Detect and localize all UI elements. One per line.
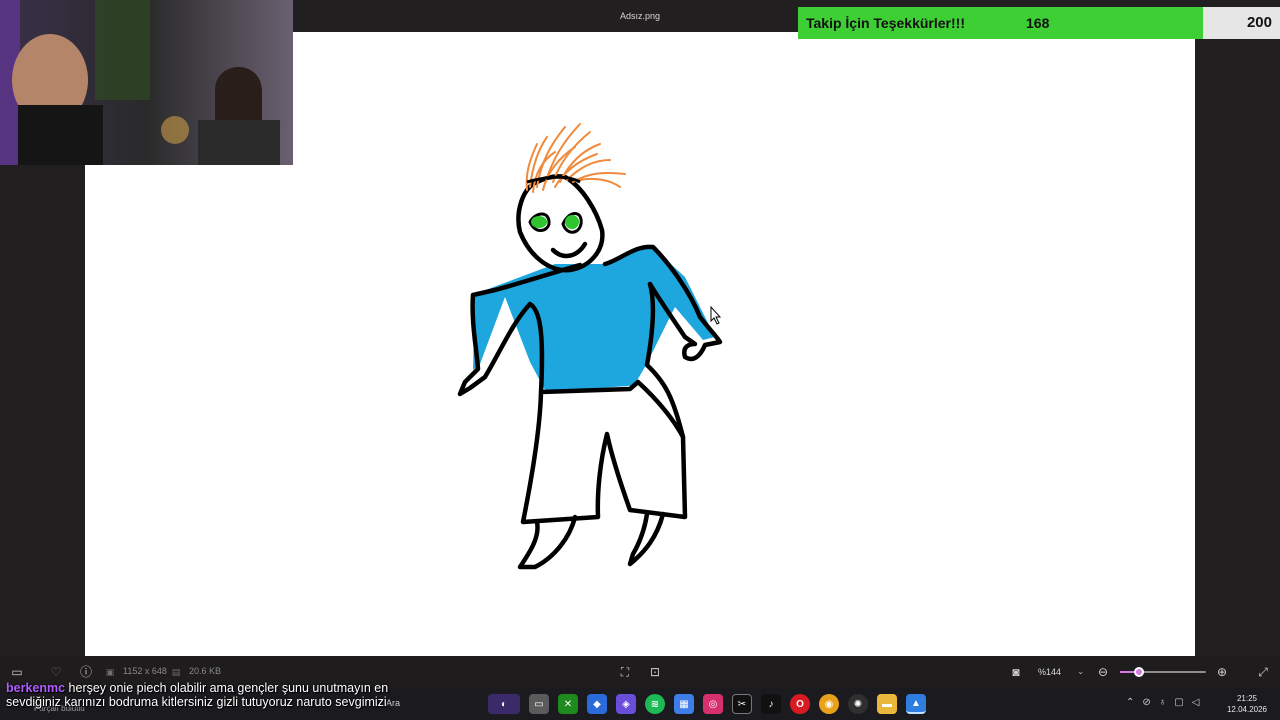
photos-icon[interactable]: ▲ [906, 694, 926, 714]
viewer-right-margin [1195, 32, 1280, 656]
right-eye [565, 215, 579, 229]
file-explorer-icon[interactable]: ▬ [877, 694, 897, 714]
file-explorer-window-icon[interactable]: ▭ [529, 694, 549, 714]
goal-current-count: 168 [1026, 15, 1050, 31]
game-bar-icon[interactable]: ◐ [488, 694, 520, 714]
zoom-in-icon[interactable]: ⊕ [1214, 664, 1230, 680]
xbox-icon[interactable]: ✕ [558, 694, 578, 714]
hair-strand-12 [579, 177, 621, 188]
zoom-select[interactable]: %144 ⌄ [1032, 663, 1088, 681]
opera-icon[interactable]: O [790, 694, 810, 714]
chrome-icon[interactable]: ◉ [819, 694, 839, 714]
file-size: 20.6 KB [189, 666, 222, 676]
taskbar-apps: ◐ ▭ ✕ ◆ ◈ ≋ ▦ ◎ ✂ ♪ O ◉ ✺ ▬ ▲ [488, 694, 926, 714]
left-eye [531, 216, 547, 228]
display-icon[interactable]: ▢ [1174, 697, 1183, 708]
zoom-value: %144 [1038, 667, 1062, 677]
m365-icon[interactable]: ◆ [587, 694, 607, 714]
image-dimensions: 1152 x 648 [123, 666, 167, 676]
goal-title: Takip İçin Teşekkürler!!! [806, 15, 965, 31]
dimensions-icon: ▣ [105, 667, 115, 677]
fullscreen-icon[interactable]: ⤢ [1255, 664, 1271, 680]
system-tray: ⌃ ⊘ ♁ ▢ ◁ [1126, 697, 1199, 708]
filmstrip-icon[interactable]: ▭ [9, 664, 25, 680]
smile [550, 241, 588, 259]
webcam-overlay [0, 0, 293, 165]
favorite-icon[interactable]: ♡ [48, 664, 64, 680]
spotify-icon[interactable]: ≋ [645, 694, 665, 714]
mouse-cursor-icon [710, 305, 722, 325]
chatgpt-icon[interactable]: ✺ [848, 694, 868, 714]
store-icon[interactable]: ▦ [674, 694, 694, 714]
file-size-icon: ▤ [171, 667, 181, 677]
network-off-icon[interactable]: ⊘ [1142, 697, 1150, 708]
left-foot [517, 514, 578, 570]
instagram-icon[interactable]: ◎ [703, 694, 723, 714]
shirt-fill [473, 245, 715, 390]
screen: Adsız.png Takip İçin Teşekkürler!!! 168 … [0, 0, 1280, 720]
capcut-icon[interactable]: ✂ [732, 694, 752, 714]
chevron-down-icon: ⌄ [1077, 667, 1084, 676]
follower-goal-bar: Takip İçin Teşekkürler!!! 168 200 [798, 7, 1280, 39]
tiktok-icon[interactable]: ♪ [761, 694, 781, 714]
volume-icon[interactable]: ◁ [1192, 697, 1200, 708]
zoom-slider-thumb[interactable] [1133, 667, 1144, 677]
tray-chevron-up-icon[interactable]: ⌃ [1126, 697, 1134, 708]
copilot-icon[interactable]: ◈ [616, 694, 636, 714]
info-icon[interactable]: ⓘ [78, 664, 94, 680]
goal-target-count: 200 [1246, 14, 1272, 31]
actual-size-icon[interactable]: ⊡ [647, 664, 663, 680]
clock-time: 21:25 [1236, 694, 1258, 703]
microphone-icon[interactable]: ♁ [1159, 697, 1167, 708]
taskbar-clock[interactable]: 21:25 12.04.2026 [1224, 693, 1270, 715]
screenshot-icon[interactable]: ◙ [1008, 664, 1024, 680]
webcam-feed [0, 0, 293, 165]
chat-message: berkenmc herşey onie piech olabilir ama … [6, 681, 416, 709]
zoom-slider[interactable] [1120, 667, 1206, 677]
zoom-out-icon[interactable]: ⊖ [1095, 664, 1111, 680]
fit-to-window-icon[interactable]: ⛶ [617, 664, 633, 680]
right-foot [627, 511, 666, 567]
chat-username: berkenmc [6, 681, 66, 695]
clock-date: 12.04.2026 [1226, 705, 1268, 714]
